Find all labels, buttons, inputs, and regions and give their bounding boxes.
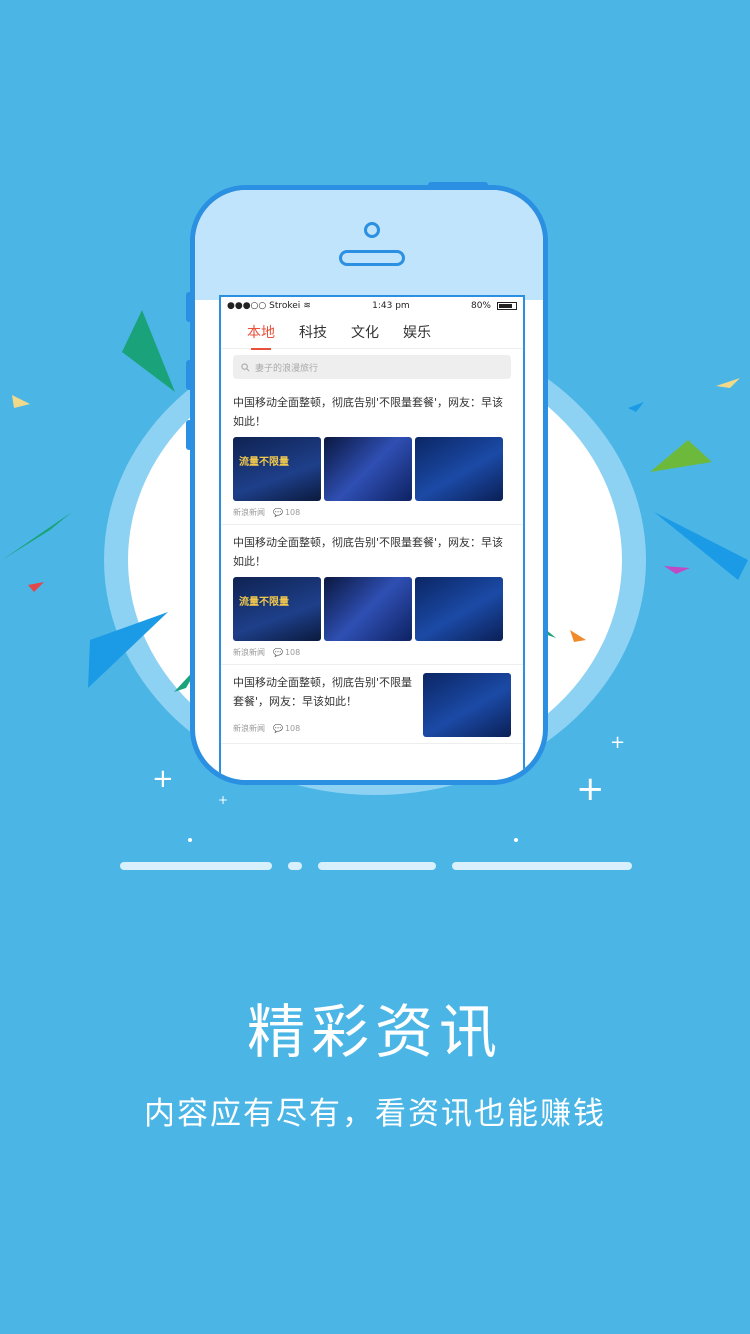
comment-icon: 💬	[273, 508, 283, 517]
speaker-icon	[339, 250, 405, 266]
sparkle-icon: +	[576, 769, 605, 809]
category-tabs: 本地 科技 文化 娱乐	[221, 315, 523, 350]
tab-tech[interactable]: 科技	[299, 322, 327, 342]
search-icon	[241, 362, 250, 371]
news-thumbnail	[423, 673, 511, 737]
tab-entertainment[interactable]: 娱乐	[403, 322, 431, 342]
news-source: 新浪新闻	[233, 648, 265, 657]
page-headline: 精彩资讯	[246, 998, 503, 1066]
news-meta: 新浪新闻 💬 108	[233, 723, 413, 734]
news-title: 中国移动全面整顿，彻底告别'不限量套餐'，网友：早该如此！	[233, 676, 413, 708]
status-carrier: ●●●○○ Strokei ≋	[227, 301, 311, 311]
status-time: 1:43 pm	[372, 301, 410, 311]
search-placeholder: 妻子的浪漫旅行	[255, 363, 319, 374]
wifi-icon: ≋	[303, 301, 311, 311]
news-item[interactable]: 中国移动全面整顿，彻底告别'不限量套餐'，网友：早该如此！ 流量不限量 新浪新闻…	[221, 525, 523, 665]
status-bar: ●●●○○ Strokei ≋ 1:43 pm 80%	[221, 297, 523, 315]
phone-side-button	[186, 420, 192, 450]
news-item[interactable]: 中国移动全面整顿，彻底告别'不限量套餐'，网友：早该如此！ 流量不限量 新浪新闻…	[221, 385, 523, 525]
news-source: 新浪新闻	[233, 724, 265, 733]
tab-local[interactable]: 本地	[247, 322, 275, 350]
news-thumbnails: 流量不限量	[233, 437, 511, 501]
news-thumbnail	[324, 577, 412, 641]
sparkle-icon: +	[218, 793, 229, 807]
news-item[interactable]: 中国移动全面整顿，彻底告别'不限量套餐'，网友：早该如此！ 新浪新闻 💬 108	[221, 665, 523, 744]
phone-side-button	[186, 360, 192, 390]
sparkle-dot	[514, 838, 518, 842]
sparkle-icon: +	[610, 732, 626, 753]
phone-top-button	[428, 182, 488, 188]
news-thumbnail	[324, 437, 412, 501]
phone-side-button	[186, 292, 192, 322]
comment-icon: 💬	[273, 648, 283, 657]
sparkle-dot	[188, 838, 192, 842]
news-title: 中国移动全面整顿，彻底告别'不限量套餐'，网友：早该如此！	[233, 396, 504, 428]
news-thumbnail: 流量不限量	[233, 577, 321, 641]
search-input[interactable]: 妻子的浪漫旅行	[233, 355, 511, 379]
news-title: 中国移动全面整顿，彻底告别'不限量套餐'，网友：早该如此！	[233, 536, 504, 568]
phone-screen: ●●●○○ Strokei ≋ 1:43 pm 80% 本地 科技 文化 娱乐 …	[219, 295, 525, 780]
camera-icon	[364, 222, 380, 238]
status-battery: 80%	[471, 301, 517, 311]
news-meta: 新浪新闻 💬 108	[233, 647, 511, 658]
news-meta: 新浪新闻 💬 108	[233, 507, 511, 518]
news-source: 新浪新闻	[233, 508, 265, 517]
comment-count: 108	[284, 648, 301, 657]
comment-count: 108	[284, 508, 301, 517]
page-indicator-segment	[120, 862, 272, 870]
battery-icon	[497, 302, 517, 310]
phone-mockup: ●●●○○ Strokei ≋ 1:43 pm 80% 本地 科技 文化 娱乐 …	[190, 185, 548, 785]
tab-culture[interactable]: 文化	[351, 322, 379, 342]
news-thumbnail: 流量不限量	[233, 437, 321, 501]
news-thumbnail	[415, 437, 503, 501]
page-subline: 内容应有尽有，看资讯也能赚钱	[144, 1096, 606, 1132]
page-indicator-segment	[452, 862, 632, 870]
phone-top-bezel	[195, 190, 543, 300]
page-indicator-dot	[288, 862, 302, 870]
sparkle-icon: +	[152, 764, 174, 794]
news-thumbnails: 流量不限量	[233, 577, 511, 641]
comment-icon: 💬	[273, 724, 283, 733]
comment-count: 108	[284, 724, 301, 733]
news-thumbnail	[415, 577, 503, 641]
page-indicator-segment	[318, 862, 436, 870]
